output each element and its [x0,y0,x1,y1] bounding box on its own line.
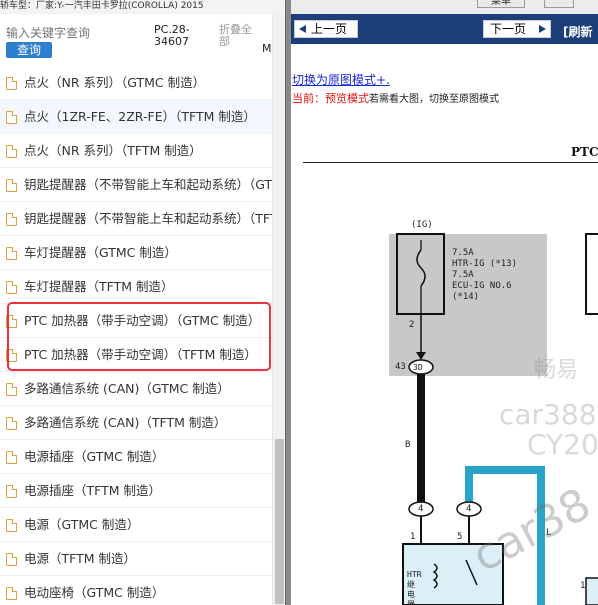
document-icon [6,111,17,124]
document-icon [6,213,17,226]
list-item[interactable]: 点火（NR 系列）（TFTM 制造） [0,134,272,168]
right-connector-box [585,577,598,605]
viewer-top-strip: 菜单 [291,0,598,14]
list-item[interactable]: 车灯提醒器（TFTM 制造） [0,270,272,304]
list-item[interactable]: 钥匙提醒器（不带智能上车和起动系统）（GTMC 制造） [0,168,272,202]
fuse-2-rating: 7.5A [452,270,474,280]
list-item-label: 电源插座（TFTM 制造） [24,483,161,498]
list-item[interactable]: 车灯提醒器（GTMC 制造） [0,236,272,270]
arrow-left-icon [299,25,306,33]
connector-4a-label: 4 [418,504,424,514]
list-item-label: 点火（NR 系列）（TFTM 制造） [24,143,202,158]
list-item-label: 车灯提醒器（GTMC 制造） [24,245,177,260]
menu-button[interactable]: 菜单 [477,0,525,8]
search-input[interactable] [6,24,146,42]
model-info-bar: 轿车型：厂家:Y-一汽丰田卡罗拉(COROLLA) 2015 [0,0,285,14]
relay-label: HTR 继电器 [407,570,422,605]
watermark-2: car388. [499,398,598,431]
document-icon [6,519,17,532]
diagram-viewer: 菜单 上一页 下一页 [刷新 切换为原图模式+. 当前：预览模式若需看大图，切换… [291,0,598,605]
fuse-2-name: ECU-IG NO.6 [452,281,512,291]
next-page-button[interactable]: 下一页 [483,20,551,38]
list-item-label: 电源（TFTM 制造） [24,551,136,566]
wiring-diagram: PTC (IG) 7.5A HTR-IG (*13) 7.5A ECU-IG N… [291,140,598,605]
list-item-label: 点火（NR 系列）（GTMC 制造） [24,75,206,90]
fuse-2-note: (*14) [452,292,480,302]
document-icon [6,247,17,260]
connector-4b-label: 4 [466,504,472,514]
current-mode-hint: 若需看大图，切换至原图模式 [369,94,499,105]
document-icon [6,553,17,566]
model-line: 轿车型：厂家:Y-一汽丰田卡罗拉(COROLLA) 2015 [0,1,204,11]
list-item[interactable]: 多路通信系统 (CAN)（TFTM 制造） [0,406,272,440]
search-button[interactable]: 查询 [6,42,52,58]
list-item-label: 电源（GTMC 制造） [24,517,140,532]
list-item[interactable]: 点火（1ZR-FE、2ZR-FE）（TFTM 制造） [0,100,272,134]
document-icon [6,451,17,464]
document-icon [6,417,17,430]
switch-mode-link[interactable]: 切换为原图模式+. [292,71,390,88]
pc-number: PC.28-34607 [154,23,190,48]
pin-2-label: 2 [409,320,415,330]
wire-b-label: B [405,440,411,450]
list-item-label: 点火（1ZR-FE、2ZR-FE）（TFTM 制造） [24,109,256,124]
list-item[interactable]: 电源（GTMC 制造） [0,508,272,542]
document-icon [6,281,17,294]
pin-43-label: 43 [395,362,406,372]
current-mode-line: 当前：预览模式若需看大图，切换至原图模式 [292,90,499,106]
fold-all-button[interactable]: 折叠全部 [219,24,259,48]
selection-highlight-box [7,302,271,371]
m-label: M [262,42,272,55]
list-item[interactable]: 钥匙提醒器（不带智能上车和起动系统）（TFTM 制造） [0,202,272,236]
list-item[interactable]: 电源插座（GTMC 制造） [0,440,272,474]
prev-page-label: 上一页 [311,22,348,36]
current-mode-label: 当前：预览模式 [292,92,369,105]
refresh-link[interactable]: [刷新 [563,23,593,40]
list-item-label: 电动座椅（GTMC 制造） [24,585,165,600]
next-page-label: 下一页 [490,22,527,36]
document-icon [6,179,17,192]
document-icon [6,77,17,90]
list-item-label: 车灯提醒器（TFTM 制造） [24,279,174,294]
document-icon [6,485,17,498]
left-panel: 查询 PC.28-34607 折叠全部 M 点火（NR 系列）（GTMC 制造）… [0,14,285,605]
list-item-label: 多路通信系统 (CAN)（GTMC 制造） [24,381,230,396]
watermark-3: CY20 [527,428,598,461]
document-icon [6,587,17,600]
fuse-1-rating: 7.5A [452,248,474,258]
pin-1-label: 1 [410,532,416,542]
list-item[interactable]: 多路通信系统 (CAN)（GTMC 制造） [0,372,272,406]
list-item-label: 电源插座（GTMC 制造） [24,449,165,464]
fuse-1-name: HTR-IG (*13) [452,259,518,269]
adjacent-box-outline [585,233,598,315]
list-scrollbar[interactable] [272,14,285,605]
prev-page-button[interactable]: 上一页 [294,20,358,38]
search-bar: 查询 PC.28-34607 折叠全部 M [0,14,285,64]
toolbar-tab[interactable] [544,0,574,8]
scrollbar-thumb[interactable] [275,439,284,604]
connector-3d-label: 3D [413,363,423,372]
watermark-1: 畅易 [534,358,579,383]
list-item-label: 钥匙提醒器（不带智能上车和起动系统）（TFTM 制造） [24,211,272,226]
list-item[interactable]: 电动座椅（GTMC 制造） [0,576,272,605]
ig-label: (IG) [411,220,433,230]
document-icon [6,383,17,396]
list-item-label: 多路通信系统 (CAN)（TFTM 制造） [24,415,227,430]
pin-5-label: 5 [457,532,463,542]
list-item[interactable]: 电源插座（TFTM 制造） [0,474,272,508]
list-item[interactable]: 点火（NR 系列）（GTMC 制造） [0,66,272,100]
right-pin-label: 1 [580,581,586,591]
document-icon [6,145,17,158]
list-item[interactable]: 电源（TFTM 制造） [0,542,272,576]
list-item-label: 钥匙提醒器（不带智能上车和起动系统）（GTMC 制造） [24,177,272,192]
viewer-toolbar: 上一页 下一页 [刷新 [291,14,598,44]
arrow-right-icon [539,25,546,33]
